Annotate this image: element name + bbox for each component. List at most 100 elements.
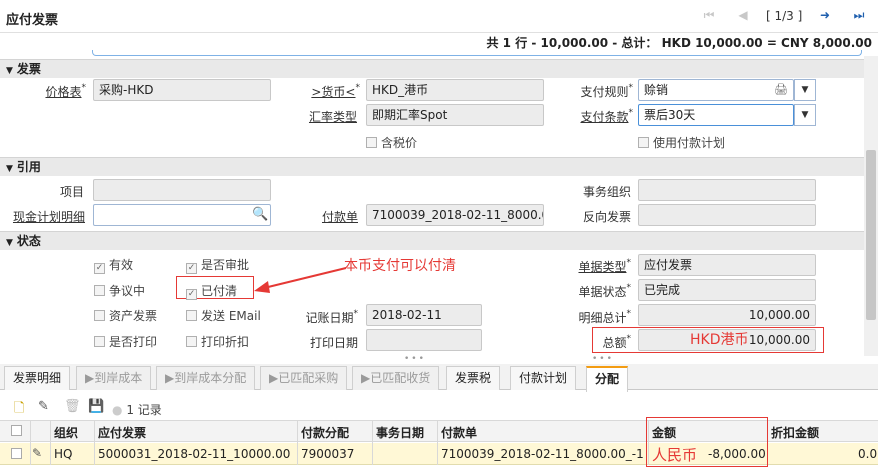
grand-total-currency: HKD港币: [690, 332, 749, 348]
row-edit-icon[interactable]: ✎: [32, 446, 42, 460]
column-divider: [297, 420, 298, 465]
section-invoice[interactable]: ▼ 发票: [0, 59, 864, 78]
print-date-label: 打印日期: [309, 336, 358, 350]
column-divider: [94, 420, 95, 465]
annotation-text: 本币支付可以付清: [344, 258, 456, 274]
payment-rule-label: 支付规则*: [580, 83, 633, 99]
amount-highlight-box: [646, 417, 768, 467]
payment-term-field[interactable]: 票后30天: [638, 104, 794, 126]
delete-record-icon[interactable]: 🗑: [64, 399, 81, 414]
detail-total-field[interactable]: 10,000.00: [638, 304, 816, 326]
grand-total-value: 10,000.00: [748, 333, 810, 347]
tab-invoice-lines[interactable]: 发票明细: [4, 366, 71, 390]
cash-plan-label[interactable]: 现金计划明细: [4, 208, 85, 225]
record-count-text: 1 记录: [126, 403, 162, 417]
column-divider: [30, 420, 31, 465]
doc-type-field[interactable]: 应付发票: [638, 254, 816, 276]
splitter-handle[interactable]: •••: [404, 354, 426, 364]
tab-matched-po[interactable]: ▶已匹配采购: [260, 366, 348, 390]
currency-label[interactable]: >货币<*: [290, 83, 360, 100]
section-reference-label: 引用: [16, 160, 41, 174]
tab-invoice-tax[interactable]: 发票税: [446, 366, 501, 390]
approved-checkbox[interactable]: ✓ 是否审批: [186, 256, 249, 274]
pager-indicator: [ 1/3 ]: [766, 9, 803, 23]
cell-invoice: 5000031_2018-02-11_10000.00: [98, 447, 291, 461]
col-org[interactable]: 组织: [54, 424, 78, 441]
cash-plan-field[interactable]: [93, 204, 271, 226]
tab-landed-cost-allocation-label: 到岸成本分配: [174, 371, 247, 385]
record-count: ● 1 记录: [112, 401, 162, 418]
payment-term-dropdown-icon[interactable]: ▼: [794, 104, 816, 126]
reverse-invoice-field[interactable]: [638, 204, 816, 226]
rate-type-label[interactable]: 汇率类型: [290, 108, 357, 125]
project-field[interactable]: [93, 179, 271, 201]
business-org-field[interactable]: [638, 179, 816, 201]
section-reference[interactable]: ▼ 引用: [0, 157, 864, 176]
col-trx-date[interactable]: 事务日期: [376, 424, 424, 441]
price-list-field[interactable]: 采购-HKD: [93, 79, 271, 101]
row-checkbox[interactable]: [11, 448, 22, 459]
payment-plan-checkbox[interactable]: 使用付款计划: [638, 134, 725, 151]
payment-doc-field[interactable]: 7100039_2018-02-11_8000.0: [366, 204, 544, 226]
new-record-icon[interactable]: 🗋: [14, 399, 24, 421]
tab-matched-receipt[interactable]: ▶已匹配收货: [352, 366, 440, 390]
refresh-icon: ●: [112, 403, 123, 417]
window-title: 应付发票: [6, 13, 59, 28]
print-discount-checkbox[interactable]: 打印折扣: [186, 333, 249, 350]
col-discount[interactable]: 折扣金额: [771, 424, 819, 441]
select-all-checkbox[interactable]: [11, 425, 22, 436]
tax-incl-checkbox[interactable]: 含税价: [366, 134, 417, 151]
tab-landed-cost[interactable]: ▶到岸成本: [76, 366, 152, 390]
payment-doc-label[interactable]: 付款单: [290, 208, 358, 225]
doc-type-label[interactable]: 单据类型*: [550, 258, 631, 275]
form-scrollbar-thumb[interactable]: [866, 150, 876, 320]
grand-total-label: 总额*: [602, 334, 631, 350]
doc-status-field[interactable]: 已完成: [638, 279, 816, 301]
asset-invoice-checkbox[interactable]: 资产发票: [94, 307, 157, 324]
previous-panel-edge: [92, 50, 862, 56]
column-divider: [50, 420, 51, 465]
next-record-icon[interactable]: ➜: [816, 8, 834, 24]
first-record-icon[interactable]: ⏮: [700, 8, 718, 24]
payment-rule-field[interactable]: 赊销: [638, 79, 794, 101]
collapse-icon: ▼: [6, 238, 13, 248]
column-divider: [437, 420, 438, 465]
col-allocation[interactable]: 付款分配: [301, 424, 349, 441]
send-email-checkbox[interactable]: 发送 EMail: [186, 307, 261, 324]
payment-term-label[interactable]: 支付条款*: [560, 108, 633, 125]
column-divider: [372, 420, 373, 465]
account-date-label: 记账日期*: [305, 309, 358, 325]
search-icon[interactable]: 🔍: [252, 207, 268, 222]
tab-landed-cost-label: 到岸成本: [94, 371, 143, 385]
last-record-icon[interactable]: ⏭: [850, 8, 868, 24]
col-payment[interactable]: 付款单: [441, 424, 477, 441]
doc-status-label: 单据状态*: [578, 283, 631, 299]
printed-checkbox[interactable]: 是否打印: [94, 333, 157, 350]
lookup-icon[interactable]: 🖨: [774, 83, 788, 96]
section-status[interactable]: ▼ 状态: [0, 231, 864, 250]
valid-checkbox[interactable]: ✓ 有效: [94, 256, 133, 274]
reverse-invoice-label: 反向发票: [582, 210, 631, 224]
annotation-arrow: [254, 267, 347, 293]
save-icon[interactable]: 💾: [88, 399, 104, 414]
grand-total-field[interactable]: HKD港币 10,000.00: [638, 329, 816, 351]
tab-allocation[interactable]: 分配: [586, 366, 629, 392]
tab-payment-schedule[interactable]: 付款计划: [510, 366, 577, 390]
collapse-icon: ▼: [6, 66, 13, 76]
prev-record-icon[interactable]: ◀: [734, 8, 752, 24]
currency-field[interactable]: HKD_港币: [366, 79, 544, 101]
price-list-label[interactable]: 价格表*: [20, 83, 86, 100]
splitter-handle-right[interactable]: •••: [592, 354, 614, 364]
tab-matched-po-label: 已匹配采购: [278, 371, 339, 385]
tab-landed-cost-allocation[interactable]: ▶到岸成本分配: [156, 366, 256, 390]
print-date-field[interactable]: [366, 329, 482, 351]
collapse-icon: ▼: [6, 164, 13, 174]
tab-matched-receipt-label: 已匹配收货: [370, 371, 431, 385]
paid-checkbox[interactable]: ✓ 已付清: [186, 282, 237, 300]
col-invoice[interactable]: 应付发票: [98, 424, 146, 441]
disputed-checkbox[interactable]: 争议中: [94, 282, 145, 299]
edit-record-icon[interactable]: ✎: [38, 399, 49, 414]
rate-type-field[interactable]: 即期汇率Spot: [366, 104, 544, 126]
payment-rule-dropdown-icon[interactable]: ▼: [794, 79, 816, 101]
account-date-field[interactable]: 2018-02-11: [366, 304, 482, 326]
